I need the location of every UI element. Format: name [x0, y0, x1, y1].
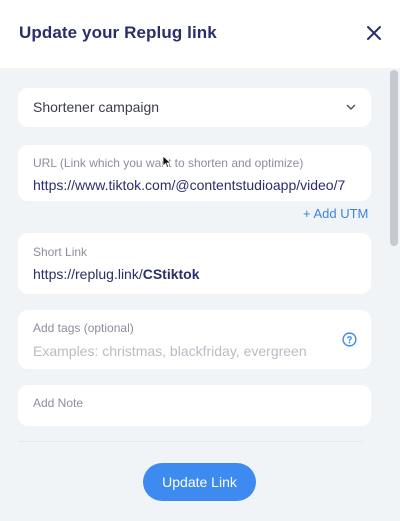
campaign-select[interactable]: Shortener campaign: [18, 88, 371, 127]
url-field-value[interactable]: https://www.tiktok.com/@contentstudioapp…: [33, 177, 353, 193]
short-link-slug: CStiktok: [142, 266, 200, 282]
short-link-field[interactable]: Short Link https://replug.link/CStiktok: [18, 233, 371, 294]
note-field[interactable]: Add Note: [18, 385, 371, 426]
dialog-body: [0, 68, 400, 521]
update-link-button[interactable]: Update Link: [143, 463, 256, 501]
short-link-prefix: https://replug.link/: [33, 266, 143, 282]
short-link-label: Short Link: [33, 245, 88, 259]
update-link-dialog: Update your Replug link Shortener campai…: [0, 0, 400, 521]
add-utm-link[interactable]: + Add UTM: [303, 206, 368, 221]
short-link-value[interactable]: https://replug.link/CStiktok: [33, 266, 200, 282]
note-field-label: Add Note: [33, 396, 84, 410]
dialog-header: Update your Replug link: [0, 0, 400, 68]
url-field[interactable]: URL (Link which you want to shorten and …: [18, 145, 371, 201]
divider: [18, 441, 363, 442]
dialog-title: Update your Replug link: [19, 23, 217, 42]
tags-field-label: Add tags (optional): [33, 321, 134, 335]
tags-input[interactable]: [33, 343, 333, 359]
help-icon[interactable]: [342, 332, 357, 347]
chevron-down-icon[interactable]: [345, 101, 357, 113]
scrollbar-thumb[interactable]: [390, 70, 398, 246]
close-icon[interactable]: [364, 23, 384, 43]
tags-field[interactable]: Add tags (optional): [18, 310, 371, 369]
mouse-cursor-icon: [162, 155, 172, 169]
campaign-select-value: Shortener campaign: [33, 99, 160, 115]
